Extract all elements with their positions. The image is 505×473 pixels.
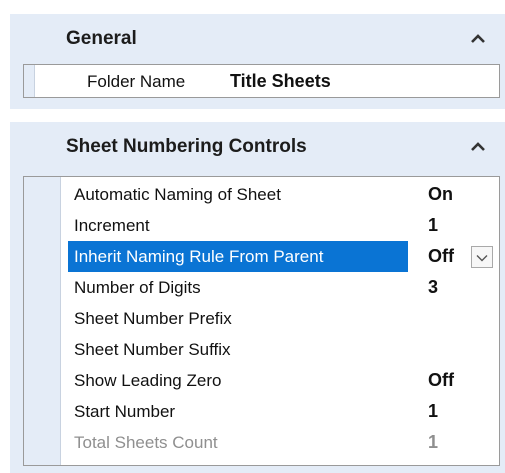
property-row-sheet-number-prefix[interactable]: Sheet Number Prefix xyxy=(24,303,499,334)
property-value[interactable]: 1 xyxy=(428,401,438,422)
general-panel-header[interactable]: General xyxy=(10,14,505,64)
property-row-start-number[interactable]: Start Number 1 xyxy=(24,396,499,427)
property-name: Total Sheets Count xyxy=(74,432,218,452)
property-name: Automatic Naming of Sheet xyxy=(74,184,281,204)
property-row-sheet-number-suffix[interactable]: Sheet Number Suffix xyxy=(24,334,499,365)
property-row-inherit-naming-rule[interactable]: Inherit Naming Rule From Parent Off xyxy=(24,241,499,272)
general-property-grid: Folder Name Title Sheets xyxy=(23,64,500,98)
property-row-folder-name[interactable]: Folder Name Title Sheets xyxy=(24,66,499,97)
property-row-number-of-digits[interactable]: Number of Digits 3 xyxy=(24,272,499,303)
chevron-up-icon[interactable] xyxy=(469,140,487,154)
general-panel: General Folder Name Title Sheets xyxy=(10,14,505,109)
property-value[interactable]: Title Sheets xyxy=(230,71,331,92)
property-value[interactable]: 3 xyxy=(428,277,438,298)
chevron-down-icon xyxy=(476,247,488,267)
general-panel-title: General xyxy=(66,28,137,49)
property-row-increment[interactable]: Increment 1 xyxy=(24,210,499,241)
property-name: Increment xyxy=(74,215,150,235)
property-value[interactable]: 1 xyxy=(428,215,438,236)
property-value: 1 xyxy=(428,432,439,452)
chevron-up-icon[interactable] xyxy=(469,32,487,46)
property-name: Inherit Naming Rule From Parent xyxy=(68,241,408,272)
sheet-numbering-panel-header[interactable]: Sheet Numbering Controls xyxy=(10,122,505,172)
property-name: Show Leading Zero xyxy=(74,370,222,390)
property-name: Number of Digits xyxy=(74,277,201,297)
property-row-automatic-naming[interactable]: Automatic Naming of Sheet On xyxy=(24,179,499,210)
property-value[interactable]: On xyxy=(428,184,453,205)
property-row-total-sheets-count: Total Sheets Count 1 xyxy=(24,427,499,458)
property-name: Sheet Number Suffix xyxy=(74,339,231,359)
property-name: Folder Name xyxy=(87,71,186,91)
property-value[interactable]: Off xyxy=(428,246,454,267)
sheet-numbering-panel: Sheet Numbering Controls Automatic Namin… xyxy=(10,122,505,473)
property-name: Start Number xyxy=(74,401,176,421)
value-dropdown-button[interactable] xyxy=(471,245,493,268)
sheet-numbering-panel-title: Sheet Numbering Controls xyxy=(66,136,307,157)
sheet-numbering-property-grid: Automatic Naming of Sheet On Increment 1… xyxy=(23,176,500,466)
property-row-show-leading-zero[interactable]: Show Leading Zero Off xyxy=(24,365,499,396)
property-value[interactable]: Off xyxy=(428,370,454,391)
property-name: Sheet Number Prefix xyxy=(74,308,232,328)
